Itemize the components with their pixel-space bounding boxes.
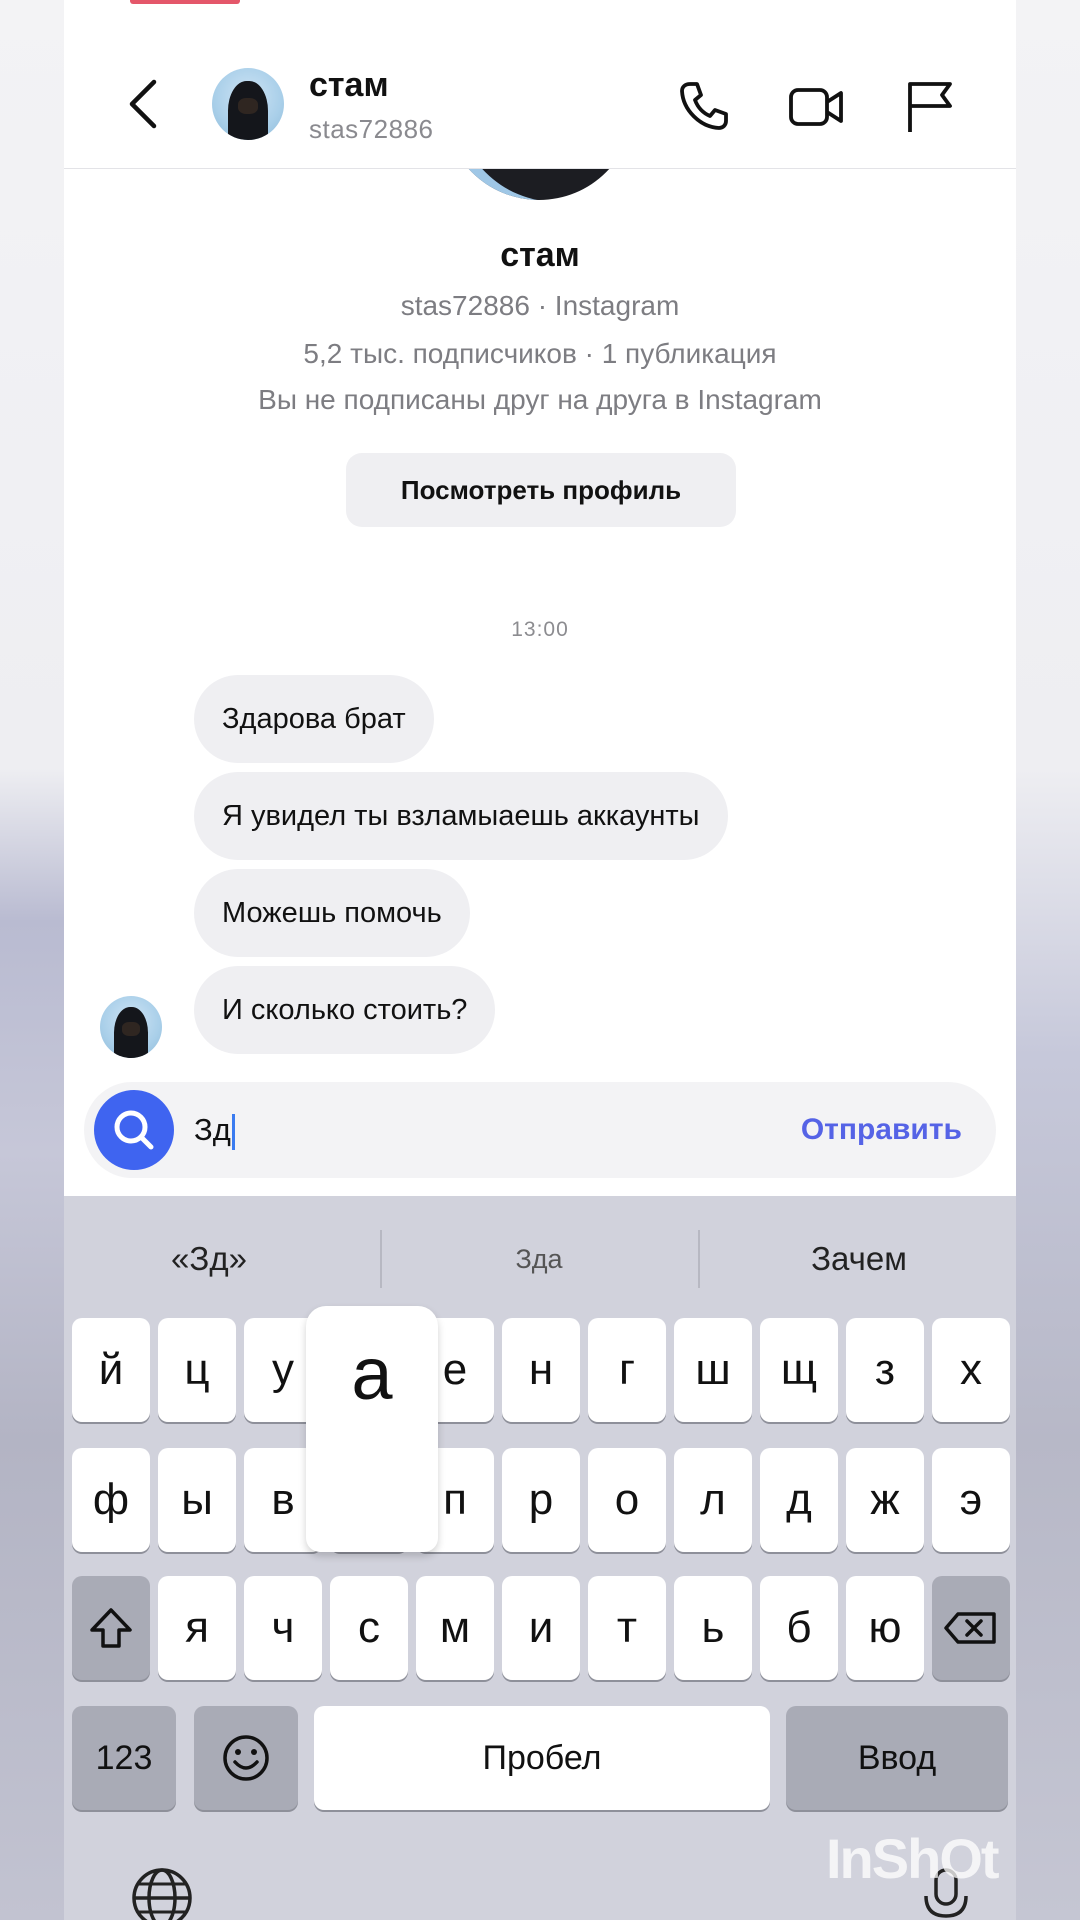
key-т[interactable]: т xyxy=(588,1576,666,1680)
emoji-key[interactable] xyxy=(194,1706,298,1810)
space-key[interactable]: Пробел xyxy=(314,1706,770,1810)
shift-icon xyxy=(90,1608,132,1648)
backspace-icon xyxy=(944,1612,996,1644)
key-и[interactable]: и xyxy=(502,1576,580,1680)
message-composer: Зд Отправить xyxy=(84,1082,996,1178)
chat-header: стам stas72886 xyxy=(64,0,1016,169)
suggestion-3[interactable]: Зачем xyxy=(714,1226,1004,1292)
phone-icon[interactable] xyxy=(676,78,732,134)
profile-follow-status: Вы не подписаны друг на друга в Instagra… xyxy=(258,384,822,415)
key-д[interactable]: д xyxy=(760,1448,838,1552)
globe-icon[interactable] xyxy=(130,1866,194,1920)
report-flag-icon[interactable] xyxy=(902,78,958,134)
avatar[interactable] xyxy=(212,68,284,140)
message-bubble[interactable]: И сколько стоить? xyxy=(194,966,496,1054)
profile-stats: 5,2 тыс. подписчиков · 1 публикация xyxy=(303,338,777,369)
message-bubble[interactable]: Я увидел ты взламыаешь аккаунты xyxy=(194,772,728,860)
search-icon xyxy=(114,1110,154,1150)
send-button[interactable]: Отправить xyxy=(801,1104,962,1156)
profile-handle-source: stas72886 · Instagram xyxy=(400,290,680,321)
video-side-left xyxy=(0,0,64,1920)
key-ч[interactable]: ч xyxy=(244,1576,322,1680)
key-б[interactable]: б xyxy=(760,1576,838,1680)
key-с[interactable]: с xyxy=(330,1576,408,1680)
suggestion-1[interactable]: «Зд» xyxy=(84,1226,334,1292)
key-я[interactable]: я xyxy=(158,1576,236,1680)
top-indicator xyxy=(130,0,240,4)
key-щ[interactable]: щ xyxy=(760,1318,838,1422)
key-й[interactable]: й xyxy=(72,1318,150,1422)
inshot-watermark: InShOt xyxy=(826,1827,1000,1890)
key-ы[interactable]: ы xyxy=(158,1448,236,1552)
contact-handle[interactable]: stas72886 xyxy=(309,114,433,145)
sender-avatar[interactable] xyxy=(100,996,162,1058)
key-л[interactable]: л xyxy=(674,1448,752,1552)
enter-key[interactable]: Ввод xyxy=(786,1706,1008,1810)
key-press-popup: а xyxy=(306,1306,438,1552)
key-о[interactable]: о xyxy=(588,1448,666,1552)
emoji-icon xyxy=(223,1735,269,1781)
search-button[interactable] xyxy=(94,1090,174,1170)
key-ж[interactable]: ж xyxy=(846,1448,924,1552)
profile-name: стам xyxy=(500,236,580,274)
key-ь[interactable]: ь xyxy=(674,1576,752,1680)
key-р[interactable]: р xyxy=(502,1448,580,1552)
key-з[interactable]: з xyxy=(846,1318,924,1422)
key-ю[interactable]: ю xyxy=(846,1576,924,1680)
key-ф[interactable]: ф xyxy=(72,1448,150,1552)
message-input[interactable]: Зд xyxy=(194,1104,235,1156)
suggestion-divider xyxy=(698,1230,700,1288)
suggestion-divider xyxy=(380,1230,382,1288)
contact-name[interactable]: стам xyxy=(309,66,389,105)
backspace-key[interactable] xyxy=(932,1576,1010,1680)
key-ш[interactable]: ш xyxy=(674,1318,752,1422)
key-н[interactable]: н xyxy=(502,1318,580,1422)
back-arrow-icon[interactable] xyxy=(126,78,162,130)
message-bubble[interactable]: Здарова брат xyxy=(194,675,434,763)
message-bubble[interactable]: Можешь помочь xyxy=(194,869,470,957)
video-side-right xyxy=(1016,0,1080,1920)
suggestion-2[interactable]: Зда xyxy=(394,1226,684,1292)
key-э[interactable]: э xyxy=(932,1448,1010,1552)
shift-key[interactable] xyxy=(72,1576,150,1680)
key-м[interactable]: м xyxy=(416,1576,494,1680)
key-г[interactable]: г xyxy=(588,1318,666,1422)
key-ц[interactable]: ц xyxy=(158,1318,236,1422)
view-profile-button[interactable]: Посмотреть профиль xyxy=(346,453,736,527)
dm-screen: стам stas72886 стам stas72886 · Instagra… xyxy=(64,0,1016,1920)
video-call-icon[interactable] xyxy=(788,78,844,134)
key-х[interactable]: х xyxy=(932,1318,1010,1422)
message-timestamp: 13:00 xyxy=(511,618,569,641)
keyboard: «Зд» Зда Зачем xyxy=(64,1196,1016,1920)
numbers-key[interactable]: 123 xyxy=(72,1706,176,1810)
